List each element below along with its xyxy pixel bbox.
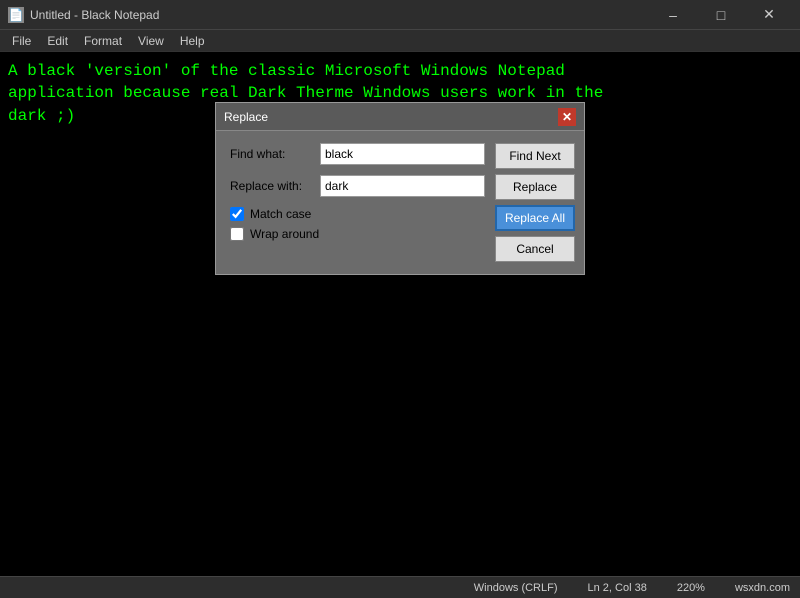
cancel-button[interactable]: Cancel bbox=[495, 236, 575, 262]
status-encoding: Windows (CRLF) bbox=[474, 582, 558, 594]
fields-and-buttons: Find what: Replace with: Match case bbox=[230, 143, 570, 262]
title-bar: 📄 Untitled - Black Notepad – □ ✕ bbox=[0, 0, 800, 30]
minimize-button[interactable]: – bbox=[650, 0, 696, 30]
editor-area[interactable]: A black 'version' of the classic Microso… bbox=[0, 52, 800, 576]
wrap-around-row: Wrap around bbox=[230, 227, 485, 241]
menu-edit[interactable]: Edit bbox=[39, 32, 76, 50]
status-position: Ln 2, Col 38 bbox=[588, 582, 647, 594]
dialog-title-text: Replace bbox=[224, 110, 268, 124]
menu-bar: File Edit Format View Help bbox=[0, 30, 800, 52]
maximize-button[interactable]: □ bbox=[698, 0, 744, 30]
menu-help[interactable]: Help bbox=[172, 32, 213, 50]
find-next-button[interactable]: Find Next bbox=[495, 143, 575, 169]
wrap-around-label: Wrap around bbox=[250, 227, 319, 241]
dialog-title-bar[interactable]: Replace ✕ bbox=[216, 103, 584, 131]
menu-view[interactable]: View bbox=[130, 32, 172, 50]
status-brand: wsxdn.com bbox=[735, 582, 790, 594]
close-button[interactable]: ✕ bbox=[746, 0, 792, 30]
menu-format[interactable]: Format bbox=[76, 32, 130, 50]
dialog-buttons: Find Next Replace Replace All Cancel bbox=[495, 143, 575, 262]
replace-button[interactable]: Replace bbox=[495, 174, 575, 200]
match-case-label: Match case bbox=[250, 207, 311, 221]
checks-col: Match case Wrap around bbox=[230, 207, 485, 241]
menu-file[interactable]: File bbox=[4, 32, 39, 50]
match-case-checkbox[interactable] bbox=[230, 207, 244, 221]
title-text: Untitled - Black Notepad bbox=[30, 8, 159, 22]
title-bar-left: 📄 Untitled - Black Notepad bbox=[8, 7, 159, 23]
wrap-around-checkbox[interactable] bbox=[230, 227, 244, 241]
replace-label: Replace with: bbox=[230, 179, 320, 193]
find-label: Find what: bbox=[230, 147, 320, 161]
replace-all-button[interactable]: Replace All bbox=[495, 205, 575, 231]
replace-input[interactable] bbox=[320, 175, 485, 197]
title-bar-controls: – □ ✕ bbox=[650, 0, 792, 30]
replace-row: Replace with: bbox=[230, 175, 485, 197]
match-case-row: Match case bbox=[230, 207, 485, 221]
find-input[interactable] bbox=[320, 143, 485, 165]
dialog-close-button[interactable]: ✕ bbox=[558, 108, 576, 126]
dialog-overlay: Replace ✕ Find what: Replace with: bbox=[0, 52, 800, 576]
find-row: Find what: bbox=[230, 143, 485, 165]
replace-dialog: Replace ✕ Find what: Replace with: bbox=[215, 102, 585, 275]
status-zoom: 220% bbox=[677, 582, 705, 594]
dialog-body: Find what: Replace with: Match case bbox=[216, 131, 584, 274]
status-bar: Windows (CRLF) Ln 2, Col 38 220% wsxdn.c… bbox=[0, 576, 800, 598]
fields-col: Find what: Replace with: Match case bbox=[230, 143, 485, 247]
notepad-icon: 📄 bbox=[8, 7, 24, 23]
